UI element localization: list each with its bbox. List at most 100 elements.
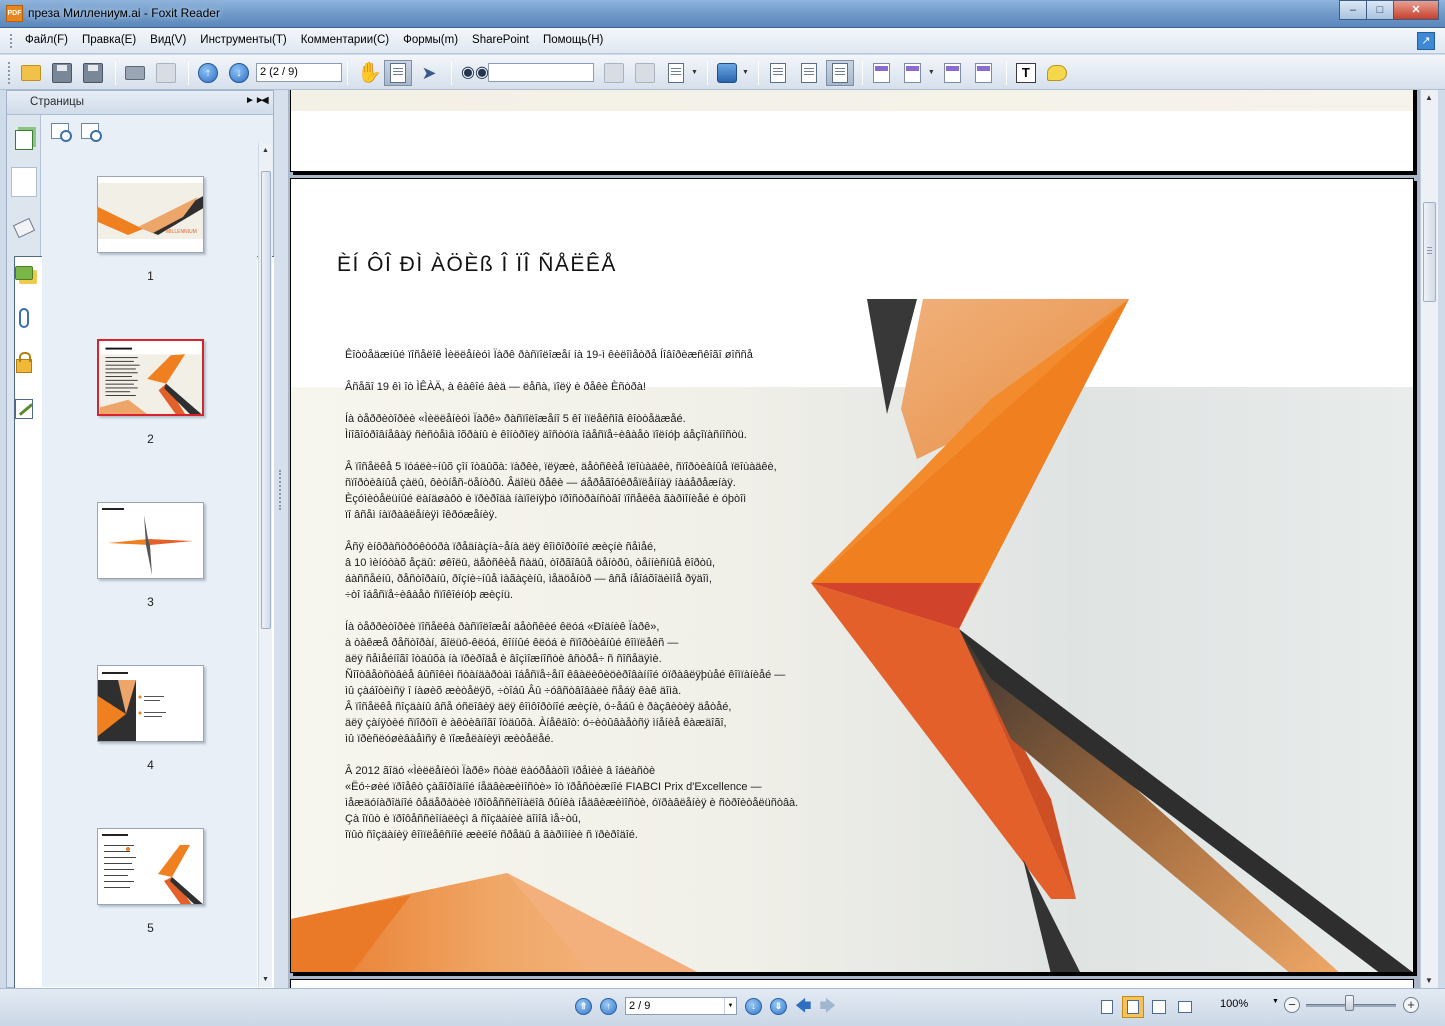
fit-width-button[interactable]	[825, 59, 854, 86]
page-thumbnail-3[interactable]	[97, 502, 204, 579]
zoom-in-button[interactable]: +	[1403, 997, 1419, 1013]
collapse-panel-icon[interactable]: ◀	[261, 95, 269, 106]
chevron-down-icon[interactable]: ▼	[742, 69, 749, 76]
menu-view[interactable]: Вид(V)	[150, 34, 186, 46]
maximize-button[interactable]: □	[1366, 0, 1394, 20]
continuous-view-button[interactable]	[1122, 996, 1144, 1018]
search-options-button[interactable]	[662, 60, 690, 86]
scroll-up-icon[interactable]: ▲	[1425, 93, 1433, 102]
page-thumbnail-1[interactable]: MILLENNIUM	[97, 176, 204, 253]
menu-comments[interactable]: Комментарии(C)	[301, 34, 389, 46]
actual-size-button[interactable]	[764, 60, 792, 86]
find-button[interactable]: ◉◉	[457, 60, 489, 86]
chevron-down-icon[interactable]: ▼	[1272, 998, 1279, 1005]
menu-help[interactable]: Помощь(H)	[543, 34, 603, 46]
rotate-button[interactable]	[713, 60, 741, 86]
comments-icon	[15, 266, 33, 280]
previous-page	[290, 90, 1414, 172]
zoom-out-thumbnails-icon[interactable]	[81, 123, 102, 142]
scrollbar-thumb[interactable]	[1423, 202, 1436, 302]
minimize-button[interactable]: –	[1339, 0, 1367, 20]
tab-pages[interactable]	[11, 167, 1138, 1026]
zoom-slider-handle[interactable]	[1345, 995, 1354, 1011]
tab-security[interactable]	[11, 348, 37, 378]
pdf-export-button[interactable]	[939, 60, 967, 86]
menu-grip[interactable]	[10, 34, 13, 48]
chevron-down-icon[interactable]: ▼	[724, 998, 736, 1014]
previous-page-button[interactable]	[194, 60, 222, 86]
tab-comments[interactable]	[11, 258, 37, 288]
pdf-convert-icon	[904, 62, 922, 83]
continuous-facing-view-button[interactable]	[1174, 996, 1196, 1018]
go-forward-icon[interactable]: 🡆	[820, 998, 837, 1015]
toolbar-grip[interactable]	[8, 61, 11, 84]
fit-page-button[interactable]	[795, 60, 823, 86]
paragraph-4: Â ïîñåëêå 5 ïóáëè÷íûõ çîí îòäûõà: ïàðêè,…	[345, 459, 777, 523]
page-thumbnail-2[interactable]	[97, 339, 204, 416]
scroll-up-icon[interactable]: ▲	[262, 147, 269, 154]
scroll-down-icon[interactable]: ▼	[1425, 976, 1433, 985]
document-scrollbar[interactable]: ▲ ▼	[1420, 90, 1438, 988]
page-number-input[interactable]: 2 (2 / 9)	[256, 63, 342, 82]
single-page-view-button[interactable]	[1096, 996, 1118, 1018]
facing-view-button[interactable]	[1148, 996, 1170, 1018]
email-button[interactable]	[152, 60, 180, 86]
bookmark-icon	[12, 217, 36, 239]
tab-bookmarks[interactable]	[11, 213, 37, 243]
zoom-level[interactable]: 100%	[1220, 998, 1248, 1010]
convert-pdf-button[interactable]	[899, 60, 927, 86]
first-page-button[interactable]: ⇑	[575, 997, 592, 1015]
page-thumbnail-4[interactable]	[97, 665, 204, 742]
print-button[interactable]	[121, 60, 149, 86]
find-previous-button[interactable]	[600, 60, 628, 86]
page-number-field[interactable]: 2 / 9 ▼	[625, 997, 737, 1015]
document-view[interactable]: ÈÍ ÔÎ ÐÌ ÀÖÈß Î ÏÎ ÑÅËÊÅ Êîòòåäæíûé ïîñå…	[288, 90, 1420, 988]
text-line: ìû ïðèñëóøèâàåìñÿ ê ïîæåëàíèÿì æèòåëåé.	[345, 733, 554, 745]
menu-file[interactable]: Файл(F)	[25, 34, 68, 46]
tab-layers[interactable]	[11, 125, 37, 155]
close-button[interactable]: ✕	[1393, 0, 1439, 20]
typewriter-button[interactable]: T	[1012, 60, 1040, 86]
create-pdf-button[interactable]	[868, 60, 896, 86]
continuous-facing-icon	[1178, 1001, 1192, 1013]
zoom-out-button[interactable]: −	[1284, 997, 1300, 1013]
page-navigation: ⇑ ↑ 2 / 9 ▼ ↓ ⇓ 🡄 🡆	[575, 997, 844, 1015]
thumbnail-scrollbar[interactable]: ▲ ▼	[258, 143, 272, 987]
splitter-grip[interactable]	[279, 470, 282, 510]
panel-splitter[interactable]	[274, 90, 288, 988]
select-text-button[interactable]	[384, 59, 412, 86]
pdf-merge-button[interactable]	[970, 60, 998, 86]
scrollbar-thumb[interactable]	[261, 171, 271, 629]
foxit-app-icon[interactable]: PDF	[6, 5, 23, 22]
last-page-button[interactable]: ⇓	[770, 997, 787, 1015]
hand-tool-button[interactable]: ✋	[353, 60, 382, 86]
chevron-down-icon[interactable]: ▼	[691, 69, 698, 76]
select-tool-button[interactable]: ➤	[415, 60, 443, 86]
restore-layout-icon[interactable]: ↗	[1417, 32, 1435, 50]
current-page: ÈÍ ÔÎ ÐÌ ÀÖÈß Î ÏÎ ÑÅËÊÅ Êîòòåäæíûé ïîñå…	[290, 178, 1414, 973]
tab-attachments[interactable]	[11, 303, 37, 333]
tab-signatures[interactable]	[11, 394, 37, 424]
search-input[interactable]	[488, 63, 594, 82]
go-back-icon[interactable]: 🡄	[795, 998, 812, 1015]
open-button[interactable]	[17, 60, 45, 86]
menu-tools[interactable]: Инструменты(T)	[200, 34, 286, 46]
chevron-down-icon[interactable]: ▼	[928, 69, 935, 76]
save-button[interactable]	[48, 60, 76, 86]
scroll-down-icon[interactable]: ▼	[262, 976, 269, 983]
next-page-button[interactable]: ↓	[745, 997, 762, 1015]
text-line: Ñîîòâåòñòâèå âûñîêèì ñòàíäàðòàì îáåñïå÷å…	[345, 669, 786, 681]
find-previous-icon	[604, 62, 624, 83]
page-thumbnail-5[interactable]	[97, 828, 204, 905]
next-page-button[interactable]	[225, 60, 253, 86]
find-next-button[interactable]	[631, 60, 659, 86]
previous-page-button[interactable]: ↑	[600, 997, 617, 1015]
menu-edit[interactable]: Правка(E)	[82, 34, 136, 46]
menu-forms[interactable]: Формы(m)	[403, 34, 458, 46]
zoom-in-thumbnails-icon[interactable]	[51, 123, 72, 142]
text-line: ÷òî îáåñïå÷èâàåò ñïîêîéíóþ æèçíü.	[345, 589, 514, 601]
note-button[interactable]	[1043, 60, 1071, 86]
save-as-button[interactable]	[79, 60, 107, 86]
menu-sharepoint[interactable]: SharePoint	[472, 34, 529, 46]
fit-page-icon	[800, 62, 817, 83]
